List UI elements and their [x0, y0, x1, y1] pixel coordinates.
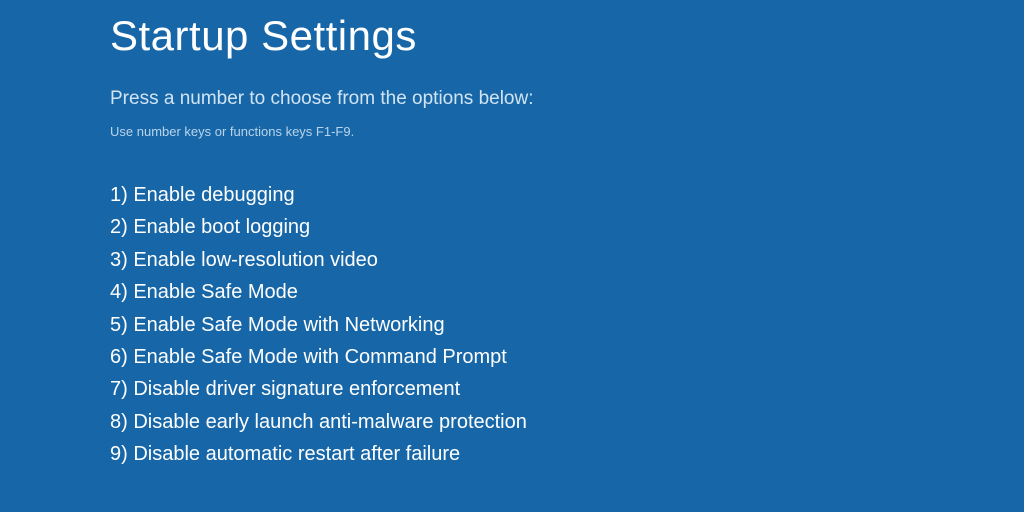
option-item[interactable]: 8) Disable early launch anti-malware pro…	[110, 406, 1024, 438]
option-item[interactable]: 5) Enable Safe Mode with Networking	[110, 309, 1024, 341]
startup-options-list: 1) Enable debugging 2) Enable boot loggi…	[110, 179, 1024, 471]
instruction-text: Press a number to choose from the option…	[110, 88, 1024, 110]
page-title: Startup Settings	[110, 12, 1024, 60]
option-item[interactable]: 6) Enable Safe Mode with Command Prompt	[110, 341, 1024, 373]
option-item[interactable]: 4) Enable Safe Mode	[110, 276, 1024, 308]
option-item[interactable]: 7) Disable driver signature enforcement	[110, 373, 1024, 405]
option-item[interactable]: 2) Enable boot logging	[110, 211, 1024, 243]
option-item[interactable]: 3) Enable low-resolution video	[110, 244, 1024, 276]
hint-text: Use number keys or functions keys F1-F9.	[110, 124, 1024, 139]
option-item[interactable]: 1) Enable debugging	[110, 179, 1024, 211]
option-item[interactable]: 9) Disable automatic restart after failu…	[110, 438, 1024, 470]
